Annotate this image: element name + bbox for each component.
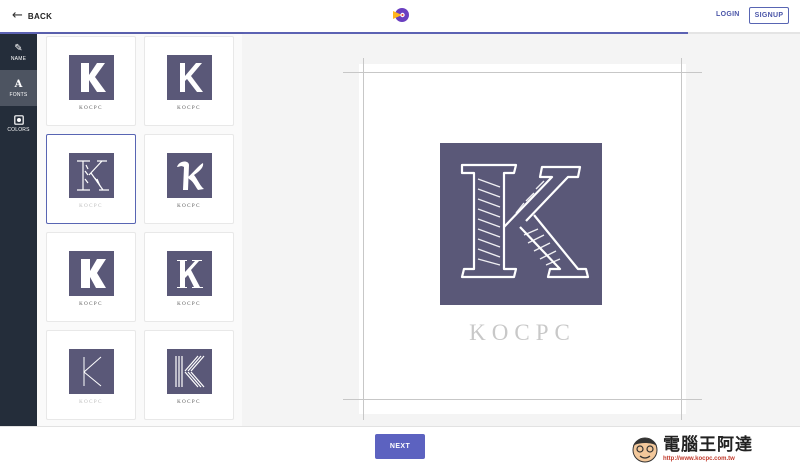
font-option-card[interactable]: KOCPC bbox=[46, 330, 136, 420]
letter-k-heavy-icon bbox=[81, 259, 106, 288]
letter-k-script-icon bbox=[177, 161, 204, 190]
logo-tile bbox=[69, 55, 114, 100]
nav-item-name[interactable]: ✎ NAME bbox=[0, 34, 37, 70]
letter-k-sketch-icon bbox=[77, 160, 109, 191]
logo-tile bbox=[167, 55, 212, 100]
logo-preview-name: KOCPC bbox=[469, 320, 576, 345]
font-option-name: KOCPC bbox=[177, 302, 201, 307]
logo-preview-tile bbox=[440, 143, 602, 305]
letter-k-thin-icon bbox=[83, 356, 102, 387]
letter-k-serif-icon bbox=[177, 260, 203, 288]
watermark: 電腦王阿達 http://www.kocpc.com.tw bbox=[630, 432, 753, 465]
bottom-bar: NEXT 電腦王阿達 http://www.kocpc.com.tw bbox=[0, 426, 800, 465]
logo-tile bbox=[167, 251, 212, 296]
nav-item-fonts[interactable]: A FONTS bbox=[0, 70, 37, 106]
font-option-card-selected[interactable]: KOCPC bbox=[46, 134, 136, 224]
signup-button[interactable]: SIGNUP bbox=[749, 7, 789, 24]
logo-tile bbox=[69, 349, 114, 394]
watermark-url: http://www.kocpc.com.tw bbox=[663, 455, 735, 462]
logo-preview-area: KOCPC bbox=[242, 34, 800, 426]
font-option-card[interactable]: KOCPC bbox=[144, 232, 234, 322]
logo-tile bbox=[69, 251, 114, 296]
letter-k-bold-icon bbox=[81, 63, 106, 92]
font-option-card[interactable]: KOCPC bbox=[46, 232, 136, 322]
logo-tile bbox=[167, 153, 212, 198]
font-option-name: KOCPC bbox=[177, 204, 201, 209]
brand-logo-icon bbox=[393, 8, 409, 22]
logo-canvas: KOCPC bbox=[343, 58, 702, 420]
login-link[interactable]: LOGIN bbox=[716, 11, 740, 18]
watermark-title: 電腦王阿達 bbox=[663, 434, 753, 455]
back-button[interactable]: ← BACK bbox=[12, 9, 52, 23]
letter-k-sans-icon bbox=[180, 63, 203, 92]
font-option-card[interactable]: KOCPC bbox=[144, 134, 234, 224]
guide-line bbox=[363, 58, 364, 420]
sidebar-nav: ✎ NAME A FONTS COLORS bbox=[0, 34, 37, 426]
nav-item-label: FONTS bbox=[9, 91, 28, 98]
mascot-face-icon bbox=[632, 437, 658, 463]
font-option-name: KOCPC bbox=[79, 400, 103, 405]
font-a-icon: A bbox=[14, 78, 23, 90]
font-option-name: KOCPC bbox=[177, 400, 201, 405]
logo-tile bbox=[69, 153, 114, 198]
font-option-card[interactable]: KOCPC bbox=[144, 36, 234, 126]
letter-k-sketch-large-icon bbox=[460, 163, 590, 279]
guide-line bbox=[343, 399, 702, 400]
font-option-name: KOCPC bbox=[79, 106, 103, 111]
guide-line bbox=[343, 72, 702, 73]
guide-line bbox=[681, 58, 682, 420]
arrow-left-icon: ← bbox=[12, 8, 23, 23]
back-label: BACK bbox=[27, 11, 53, 21]
font-option-name: KOCPC bbox=[177, 106, 201, 111]
palette-icon bbox=[13, 115, 24, 125]
letter-k-striped-icon bbox=[175, 355, 205, 388]
font-option-name: KOCPC bbox=[79, 302, 103, 307]
font-options-panel: KOCPC KOCPC KOCPC KOCPC KOCPC KOCPC KOCP… bbox=[37, 34, 242, 426]
logo-tile bbox=[167, 349, 212, 394]
top-bar: ← BACK LOGIN SIGNUP bbox=[0, 0, 800, 34]
font-option-card[interactable]: KOCPC bbox=[46, 36, 136, 126]
font-option-name: KOCPC bbox=[79, 204, 103, 209]
nav-item-colors[interactable]: COLORS bbox=[0, 106, 37, 142]
next-button[interactable]: NEXT bbox=[375, 434, 425, 459]
edit-icon: ✎ bbox=[14, 42, 23, 54]
font-option-card[interactable]: KOCPC bbox=[144, 330, 234, 420]
nav-item-label: COLORS bbox=[7, 127, 30, 133]
nav-item-label: NAME bbox=[10, 55, 27, 62]
